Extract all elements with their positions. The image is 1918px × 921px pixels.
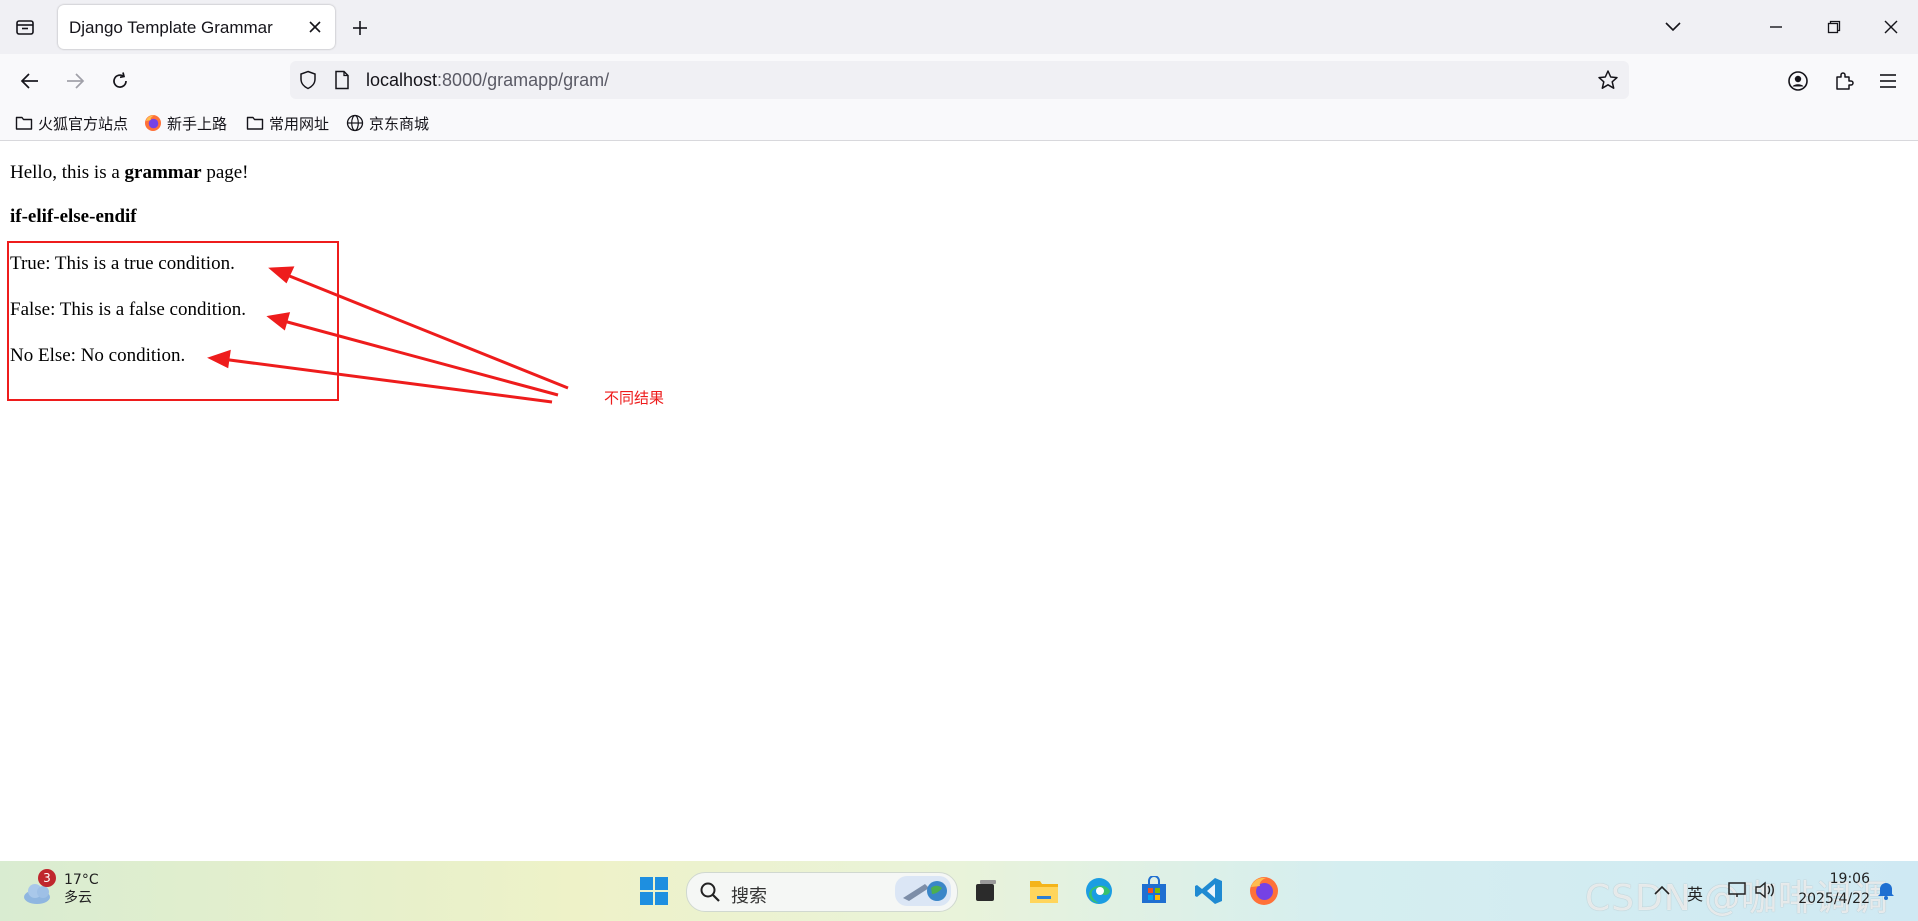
store-icon (1142, 876, 1166, 903)
firefox-icon (1250, 877, 1278, 905)
start-button[interactable] (636, 873, 672, 909)
close-window-button[interactable] (1877, 14, 1905, 40)
close-icon (309, 21, 321, 33)
page-icon (335, 70, 349, 90)
clock-time: 19:06 (1829, 871, 1870, 887)
bookmark-label: 京东商城 (369, 115, 430, 133)
speaker-icon (1755, 881, 1774, 899)
page-content: Hello, this is a grammar page! if-elif-e… (0, 141, 1918, 861)
url-host: localhost (366, 70, 438, 90)
tab-list-icon (16, 20, 34, 35)
annotation-arrow (281, 271, 569, 390)
restore-icon (1827, 20, 1841, 34)
bookmark-label: 新手上路 (167, 115, 228, 133)
weather-badge: 3 (38, 869, 56, 887)
app-menu-button[interactable] (1874, 67, 1902, 95)
star-icon (1598, 70, 1618, 89)
restore-button[interactable] (1820, 14, 1848, 40)
annotation-arrowhead (207, 349, 231, 369)
reload-icon (113, 72, 127, 88)
firefox-taskbar-button[interactable] (1246, 873, 1282, 909)
bookmark-star-button[interactable] (1597, 69, 1619, 91)
shield-icon (300, 70, 316, 90)
taskbar-search[interactable]: 搜索 (686, 872, 958, 912)
edge-button[interactable] (1081, 873, 1117, 909)
search-highlight-icon (895, 876, 951, 906)
extensions-button[interactable] (1830, 67, 1858, 95)
file-explorer-icon (1030, 881, 1058, 903)
navigation-toolbar: localhost:8000/gramapp/gram/ (0, 54, 1918, 106)
weather-widget[interactable]: 3 17°C 多云 (22, 869, 99, 907)
annotation-arrowhead (268, 266, 295, 284)
reload-button[interactable] (106, 67, 134, 95)
clock[interactable]: 19:06 2025/4/22 (1794, 871, 1870, 907)
annotation-label: 不同结果 (604, 389, 665, 407)
page-info-icon[interactable] (331, 69, 353, 91)
notifications-button[interactable] (1873, 877, 1899, 903)
bookmark-item[interactable]: 常用网址 (246, 112, 329, 134)
arrow-left-icon (20, 73, 38, 89)
chevron-up-icon (1654, 885, 1670, 895)
monitor-icon (1728, 882, 1746, 897)
annotation-arrowhead (266, 312, 291, 331)
folder-icon (15, 116, 33, 130)
minimize-icon (1770, 26, 1782, 28)
account-button[interactable] (1784, 67, 1812, 95)
bookmarks-toolbar: 火狐官方站点 新手上路 常用网址 京东商城 (0, 106, 1918, 141)
bookmark-label: 火狐官方站点 (38, 115, 129, 133)
bookmark-item[interactable]: 火狐官方站点 (15, 112, 128, 134)
bookmark-item[interactable]: 京东商城 (346, 112, 429, 134)
close-tab-button[interactable] (305, 17, 325, 37)
account-icon (1788, 71, 1808, 91)
weather-text: 17°C 多云 (64, 871, 99, 907)
bell-icon (1878, 883, 1894, 900)
url-path: :8000/gramapp/gram/ (437, 70, 610, 90)
network-icon[interactable] (1724, 877, 1750, 903)
task-view-icon (976, 880, 996, 901)
minimize-button[interactable] (1762, 14, 1790, 40)
annotation-arrows (207, 266, 569, 404)
windows-taskbar: 3 17°C 多云 搜索 CSDN @咖啡调调 英 19:06 2025/4/2… (0, 861, 1918, 921)
folder-icon (246, 116, 264, 130)
plus-icon (353, 21, 367, 35)
tracking-protection-icon[interactable] (297, 69, 319, 91)
close-icon (1884, 20, 1898, 34)
windows-icon (640, 877, 668, 905)
store-button[interactable] (1136, 873, 1172, 909)
hamburger-menu-icon (1880, 74, 1896, 88)
active-tab[interactable]: Django Template Grammar (58, 5, 335, 49)
tab-title: Django Template Grammar (69, 18, 273, 37)
tab-overflow-button[interactable] (1659, 14, 1687, 40)
firefox-icon (145, 115, 161, 131)
ime-indicator[interactable]: 英 (1687, 881, 1703, 905)
tray-overflow-button[interactable] (1647, 875, 1677, 905)
volume-icon[interactable] (1752, 877, 1778, 903)
file-explorer-button[interactable] (1026, 873, 1062, 909)
globe-icon (346, 114, 364, 132)
arrow-right-icon (67, 73, 85, 89)
task-view-button[interactable] (968, 873, 1004, 909)
forward-button[interactable] (61, 67, 89, 95)
bookmark-item[interactable]: 新手上路 (144, 112, 227, 134)
list-all-tabs-button[interactable] (10, 15, 40, 39)
back-button[interactable] (16, 67, 44, 95)
chevron-down-icon (1665, 22, 1681, 32)
new-tab-button[interactable] (348, 16, 372, 40)
edge-icon (1086, 878, 1112, 904)
search-icon (700, 882, 720, 902)
vscode-icon (1195, 878, 1222, 904)
puzzle-icon (1836, 72, 1854, 90)
search-placeholder: 搜索 (731, 886, 767, 907)
url-text[interactable]: localhost:8000/gramapp/gram/ (366, 70, 609, 91)
temperature: 17°C (64, 872, 99, 888)
weather-description: 多云 (64, 890, 92, 906)
bookmark-label: 常用网址 (269, 115, 330, 133)
tab-strip: Django Template Grammar (0, 0, 1918, 54)
clock-date: 2025/4/22 (1798, 891, 1870, 907)
address-bar[interactable]: localhost:8000/gramapp/gram/ (290, 61, 1629, 99)
vscode-button[interactable] (1191, 873, 1227, 909)
